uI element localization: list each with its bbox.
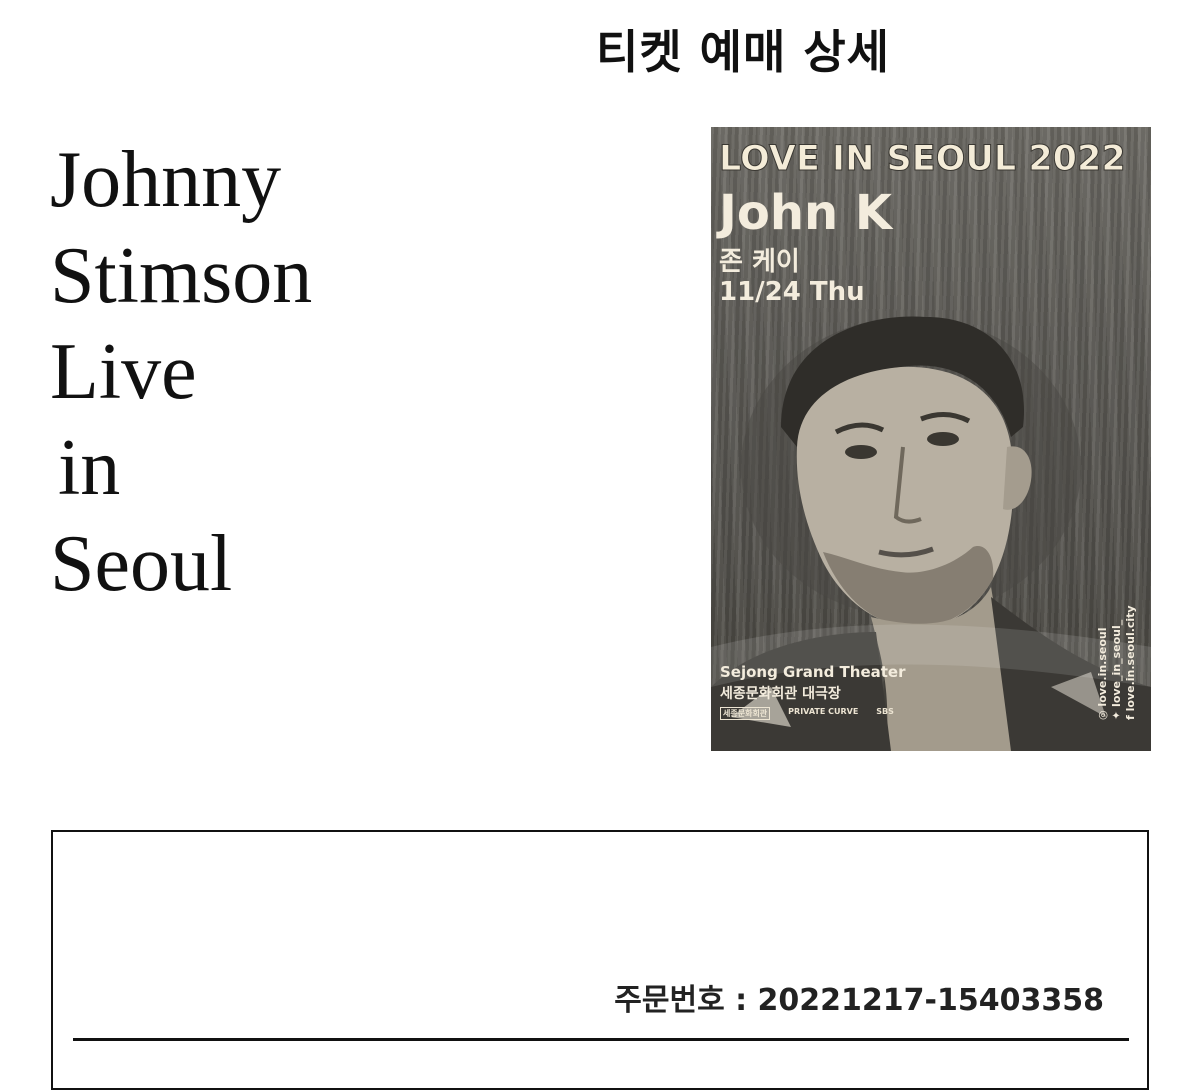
event-title: Johnny Stimson Live in Seoul — [50, 132, 410, 612]
order-divider — [73, 1038, 1129, 1041]
poster-venue-en: Sejong Grand Theater — [720, 663, 906, 681]
poster-artist-name: John K — [719, 185, 893, 241]
poster-artist-name-ko: 존 케이 — [719, 247, 800, 277]
order-details-box — [51, 830, 1149, 1090]
event-title-line: Stimson — [50, 232, 313, 320]
twitter-handle-text: love_in_seoul_ — [1110, 619, 1123, 707]
poster-social-links: ◎ love.in.seoul ✦ love_in_seoul_ f love.… — [1095, 605, 1149, 720]
facebook-handle: f love.in.seoul.city — [1124, 605, 1137, 720]
facebook-handle-text: love.in.seoul.city — [1124, 605, 1137, 712]
poster-date: 11/24 Thu — [719, 277, 865, 307]
sponsor-logo: SBS — [876, 707, 894, 716]
event-title-line: Johnny — [50, 136, 282, 224]
sponsor-logo: PRIVATE CURVE — [788, 707, 859, 716]
event-poster: LOVE IN SEOUL 2022 John K 존 케이 11/24 Thu… — [711, 127, 1151, 751]
event-title-line: in — [58, 424, 121, 512]
instagram-handle-text: love.in.seoul — [1096, 627, 1109, 707]
page-header: 티켓 예매 상세 — [540, 22, 946, 82]
order-number: 주문번호 : 20221217-15403358 — [614, 983, 1104, 1018]
page-title: 티켓 예매 상세 — [596, 25, 890, 79]
poster-sponsors: 세종문화회관 PRIVATE CURVE SBS — [720, 707, 894, 720]
poster-venue-ko: 세종문화회관 대극장 — [720, 686, 841, 702]
event-title-line: Live — [50, 328, 197, 416]
sponsor-logo: 세종문화회관 — [720, 707, 771, 720]
event-title-line: Seoul — [50, 520, 233, 608]
poster-headline: LOVE IN SEOUL 2022 — [719, 139, 1127, 180]
instagram-handle: ◎ love.in.seoul — [1096, 627, 1109, 720]
twitter-handle: ✦ love_in_seoul_ — [1110, 619, 1123, 720]
